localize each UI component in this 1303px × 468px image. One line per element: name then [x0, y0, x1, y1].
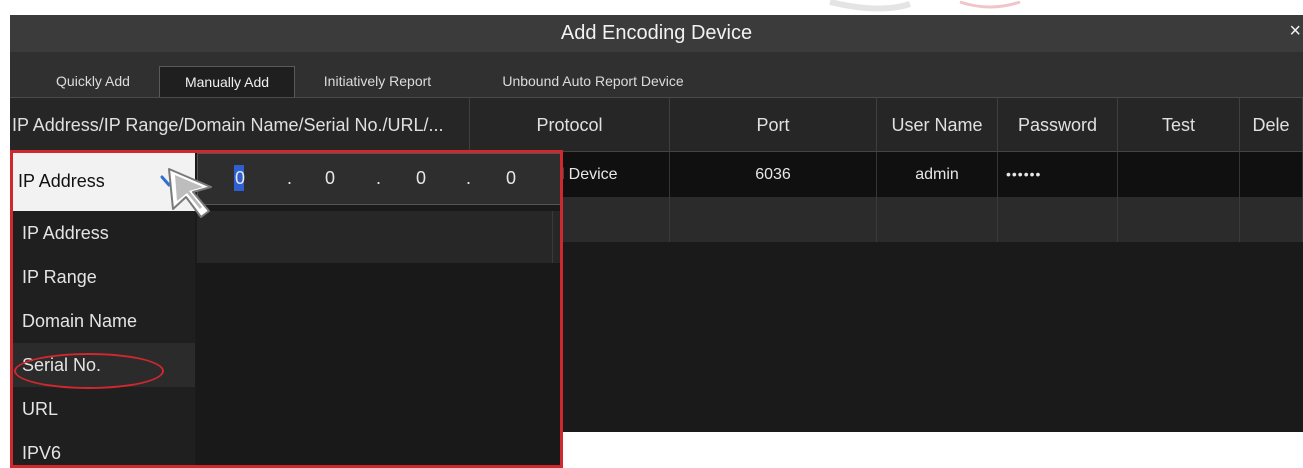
password-cell[interactable]: ••••••	[998, 152, 1118, 197]
dropdown-option-ipv6[interactable]: IPV6	[13, 431, 195, 465]
row-band	[197, 211, 560, 263]
address-type-selected-value: IP Address	[18, 171, 105, 191]
address-type-dropdown: IP Address IP Range Domain Name Serial N…	[13, 211, 195, 465]
close-icon[interactable]: ×	[1289, 15, 1301, 47]
ip-dot: .	[466, 168, 472, 188]
column-header-user-name[interactable]: User Name	[877, 98, 998, 153]
tab-quickly-add[interactable]: Quickly Add	[28, 66, 158, 97]
annotation-ellipse	[14, 353, 164, 389]
tab-unbound-auto-report-device[interactable]: Unbound Auto Report Device	[468, 66, 718, 97]
table-background	[197, 211, 560, 465]
port-cell[interactable]: 6036	[670, 152, 877, 197]
ip-dot: .	[287, 168, 293, 188]
empty-cell	[550, 197, 670, 242]
background-decoration	[820, 0, 1040, 19]
dropdown-option-domain-name[interactable]: Domain Name	[13, 299, 195, 343]
mouse-pointer-icon	[165, 165, 215, 226]
column-divider	[552, 211, 553, 263]
ip-octet-2[interactable]: 0	[325, 168, 335, 189]
ip-octet-1[interactable]: 0	[235, 168, 245, 189]
empty-cell	[1118, 197, 1240, 242]
ip-octet-4[interactable]: 0	[506, 168, 516, 189]
column-header-password[interactable]: Password	[998, 98, 1118, 153]
ip-address-input[interactable]: 0 . 0 . 0 . 0	[197, 153, 560, 205]
table-header: IP Address/IP Range/Domain Name/Serial N…	[10, 97, 1303, 153]
column-header-address[interactable]: IP Address/IP Range/Domain Name/Serial N…	[10, 98, 470, 153]
test-cell[interactable]	[1118, 152, 1240, 197]
dropdown-option-serial-no[interactable]: Serial No.	[13, 343, 195, 389]
empty-cell	[998, 197, 1118, 242]
dialog-titlebar: Add Encoding Device ×	[10, 15, 1303, 52]
ip-dot: .	[376, 168, 382, 188]
tab-bar: Quickly Add Manually Add Initiatively Re…	[10, 52, 1303, 97]
empty-cell	[670, 197, 877, 242]
protocol-cell[interactable]: rd Device	[550, 152, 670, 197]
empty-cell	[877, 197, 998, 242]
delete-cell[interactable]	[1240, 152, 1303, 197]
column-header-delete[interactable]: Dele	[1240, 98, 1303, 153]
user-name-cell[interactable]: admin	[877, 152, 998, 197]
address-editor-overlay: IP Address 0 . 0 . 0 . 0 IP Address IP R…	[10, 150, 563, 468]
ip-octet-3[interactable]: 0	[416, 168, 426, 189]
column-header-protocol[interactable]: Protocol	[470, 98, 670, 153]
dropdown-option-ip-range[interactable]: IP Range	[13, 255, 195, 299]
column-header-port[interactable]: Port	[670, 98, 877, 153]
dropdown-option-url[interactable]: URL	[13, 387, 195, 431]
empty-cell	[1240, 197, 1303, 242]
dialog-title: Add Encoding Device	[560, 22, 753, 44]
tab-manually-add[interactable]: Manually Add	[159, 66, 295, 97]
column-header-test[interactable]: Test	[1118, 98, 1240, 153]
tab-initiatively-report[interactable]: Initiatively Report	[300, 66, 455, 97]
